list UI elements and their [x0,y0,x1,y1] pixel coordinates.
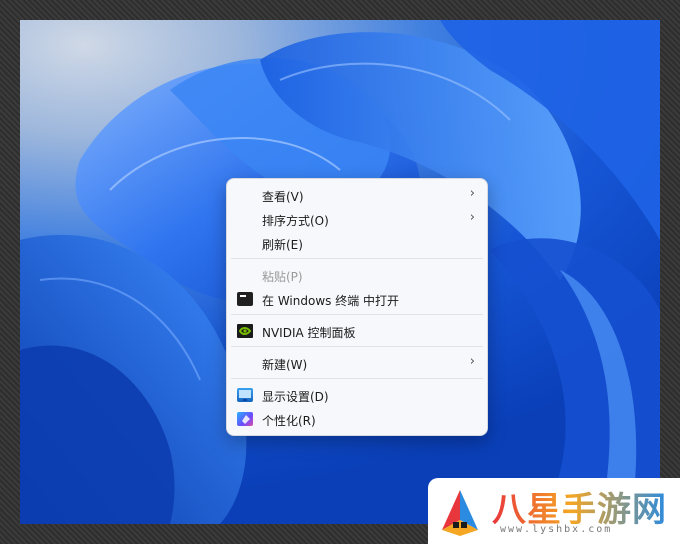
menu-item-label: 查看(V) [262,190,304,204]
menu-item-view[interactable]: 查看(V) › [227,183,487,207]
menu-item-open-in-terminal[interactable]: 在 Windows 终端 中打开 [227,287,487,311]
desktop-context-menu: 查看(V) › 排序方式(O) › 刷新(E) 粘贴(P) 在 Windows … [226,178,488,436]
menu-item-nvidia-control-panel[interactable]: NVIDIA 控制面板 [227,319,487,343]
menu-item-personalize[interactable]: 个性化(R) [227,407,487,431]
personalize-icon [237,412,253,426]
menu-item-label: 显示设置(D) [262,390,329,404]
chevron-right-icon: › [469,354,475,369]
watermark-url: www.lyshbx.com [500,524,613,535]
menu-separator [231,258,483,259]
menu-separator [231,314,483,315]
menu-item-refresh[interactable]: 刷新(E) [227,231,487,255]
menu-item-label: 新建(W) [262,358,308,372]
menu-item-sort-by[interactable]: 排序方式(O) › [227,207,487,231]
menu-item-display-settings[interactable]: 显示设置(D) [227,383,487,407]
chevron-right-icon: › [469,186,475,201]
menu-item-label: 刷新(E) [262,238,303,252]
site-watermark: 八星手游网 www.lyshbx.com [428,478,680,544]
menu-item-label: 排序方式(O) [262,214,329,228]
menu-separator [231,346,483,347]
nvidia-icon [237,324,253,338]
menu-item-new[interactable]: 新建(W) › [227,351,487,375]
display-icon [237,388,253,402]
terminal-icon [237,292,253,306]
menu-item-label: 个性化(R) [262,414,316,428]
watermark-logo-icon [442,490,478,536]
menu-item-paste: 粘贴(P) [227,263,487,287]
chevron-right-icon: › [469,210,475,225]
menu-separator [231,378,483,379]
menu-item-label: 粘贴(P) [262,270,303,284]
menu-item-label: NVIDIA 控制面板 [262,326,356,340]
menu-item-label: 在 Windows 终端 中打开 [262,294,400,308]
